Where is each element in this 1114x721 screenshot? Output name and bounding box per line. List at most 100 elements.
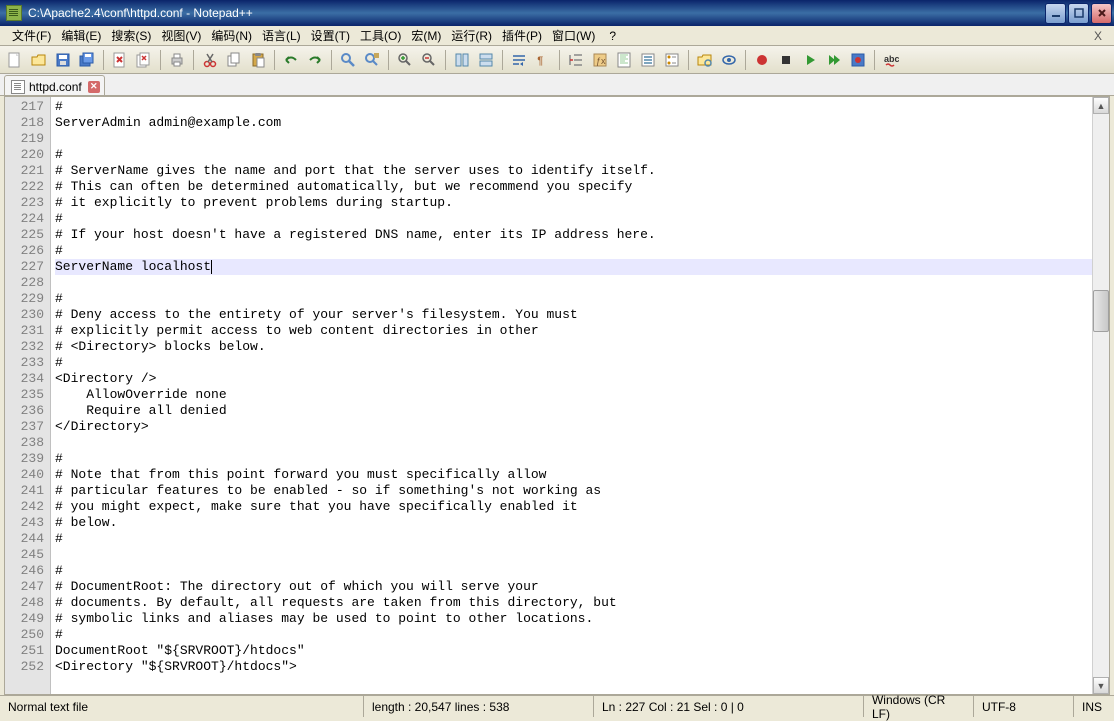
user-lang-button[interactable]: ƒx: [589, 49, 611, 71]
code-line[interactable]: [55, 275, 1092, 291]
code-line[interactable]: ServerName localhost: [55, 259, 1092, 275]
menu-view[interactable]: 视图(V): [155, 25, 205, 46]
code-line[interactable]: [55, 131, 1092, 147]
code-line[interactable]: # documents. By default, all requests ar…: [55, 595, 1092, 611]
close-button[interactable]: [109, 49, 131, 71]
sync-v-button[interactable]: [451, 49, 473, 71]
code-line[interactable]: #: [55, 451, 1092, 467]
new-file-button[interactable]: [4, 49, 26, 71]
code-line[interactable]: # symbolic links and aliases may be used…: [55, 611, 1092, 627]
scroll-up-arrow[interactable]: ▲: [1093, 97, 1109, 114]
maximize-button[interactable]: [1068, 3, 1089, 24]
save-macro-button[interactable]: [847, 49, 869, 71]
scroll-track[interactable]: [1093, 114, 1109, 677]
tab-close-icon[interactable]: ✕: [88, 81, 100, 93]
code-line[interactable]: # particular features to be enabled - so…: [55, 483, 1092, 499]
code-line[interactable]: #: [55, 147, 1092, 163]
code-line[interactable]: ServerAdmin admin@example.com: [55, 115, 1092, 131]
code-line[interactable]: </Directory>: [55, 419, 1092, 435]
menu-close-x[interactable]: X: [1088, 27, 1108, 45]
menu-plugins[interactable]: 插件(P): [496, 25, 546, 46]
code-line[interactable]: # If your host doesn't have a registered…: [55, 227, 1092, 243]
record-macro-button[interactable]: [751, 49, 773, 71]
code-line[interactable]: #: [55, 99, 1092, 115]
code-line[interactable]: #: [55, 243, 1092, 259]
code-line[interactable]: # it explicitly to prevent problems duri…: [55, 195, 1092, 211]
code-line[interactable]: # below.: [55, 515, 1092, 531]
menu-settings[interactable]: 设置(T): [305, 25, 354, 46]
doc-map-button[interactable]: [613, 49, 635, 71]
code-line[interactable]: #: [55, 211, 1092, 227]
func-list-button[interactable]: [661, 49, 683, 71]
spell-check-button[interactable]: abc: [880, 49, 902, 71]
code-line[interactable]: # DocumentRoot: The directory out of whi…: [55, 579, 1092, 595]
sync-h-button[interactable]: [475, 49, 497, 71]
code-line[interactable]: # Deny access to the entirety of your se…: [55, 307, 1092, 323]
monitor-icon: [721, 52, 737, 68]
save-button[interactable]: [52, 49, 74, 71]
undo-button[interactable]: [280, 49, 302, 71]
code-line[interactable]: # explicitly permit access to web conten…: [55, 323, 1092, 339]
word-wrap-button[interactable]: [508, 49, 530, 71]
menu-window[interactable]: 窗口(W): [546, 25, 599, 46]
menu-file[interactable]: 文件(F): [6, 25, 55, 46]
menu-encoding[interactable]: 编码(N): [205, 25, 256, 46]
find-button[interactable]: [337, 49, 359, 71]
show-all-button[interactable]: ¶: [532, 49, 554, 71]
code-line[interactable]: <Directory "${SRVROOT}/htdocs">: [55, 659, 1092, 675]
zoom-in-button[interactable]: [394, 49, 416, 71]
code-line[interactable]: #: [55, 627, 1092, 643]
file-tab[interactable]: httpd.conf ✕: [4, 75, 105, 95]
doc-list-button[interactable]: [637, 49, 659, 71]
save-all-button[interactable]: [76, 49, 98, 71]
code-line[interactable]: # ServerName gives the name and port tha…: [55, 163, 1092, 179]
zoom-out-button[interactable]: [418, 49, 440, 71]
play-macro-button[interactable]: [799, 49, 821, 71]
scroll-thumb[interactable]: [1093, 290, 1109, 332]
menu-help[interactable]: ?: [603, 27, 620, 45]
code-line[interactable]: # <Directory> blocks below.: [55, 339, 1092, 355]
close-button[interactable]: [1091, 3, 1112, 24]
vertical-scrollbar[interactable]: ▲ ▼: [1092, 97, 1109, 694]
code-line[interactable]: #: [55, 291, 1092, 307]
save-all-icon: [79, 52, 95, 68]
open-file-icon: [31, 52, 47, 68]
cut-button[interactable]: [199, 49, 221, 71]
code-line[interactable]: #: [55, 531, 1092, 547]
menu-macro[interactable]: 宏(M): [405, 25, 445, 46]
menu-language[interactable]: 语言(L): [256, 25, 305, 46]
menu-tools[interactable]: 工具(O): [354, 25, 405, 46]
play-multi-button[interactable]: [823, 49, 845, 71]
code-line[interactable]: #: [55, 563, 1092, 579]
redo-button[interactable]: [304, 49, 326, 71]
monitor-button[interactable]: [718, 49, 740, 71]
code-area[interactable]: #ServerAdmin admin@example.com## ServerN…: [51, 97, 1092, 694]
print-button[interactable]: [166, 49, 188, 71]
close-icon: [112, 52, 128, 68]
copy-button[interactable]: [223, 49, 245, 71]
code-line[interactable]: <Directory />: [55, 371, 1092, 387]
code-line[interactable]: DocumentRoot "${SRVROOT}/htdocs": [55, 643, 1092, 659]
menu-search[interactable]: 搜索(S): [105, 25, 155, 46]
code-line[interactable]: [55, 435, 1092, 451]
menu-run[interactable]: 运行(R): [445, 25, 496, 46]
folder-workspace-button[interactable]: [694, 49, 716, 71]
stop-macro-button[interactable]: [775, 49, 797, 71]
code-line[interactable]: #: [55, 355, 1092, 371]
code-line[interactable]: # This can often be determined automatic…: [55, 179, 1092, 195]
line-number-gutter[interactable]: 2172182192202212222232242252262272282292…: [5, 97, 51, 694]
minimize-button[interactable]: [1045, 3, 1066, 24]
code-line[interactable]: [55, 547, 1092, 563]
code-line[interactable]: AllowOverride none: [55, 387, 1092, 403]
menu-edit[interactable]: 编辑(E): [55, 25, 105, 46]
paste-button[interactable]: [247, 49, 269, 71]
scroll-down-arrow[interactable]: ▼: [1093, 677, 1109, 694]
svg-text:¶: ¶: [537, 56, 544, 68]
code-line[interactable]: # Note that from this point forward you …: [55, 467, 1092, 483]
close-all-button[interactable]: [133, 49, 155, 71]
indent-guide-button[interactable]: [565, 49, 587, 71]
code-line[interactable]: # you might expect, make sure that you h…: [55, 499, 1092, 515]
code-line[interactable]: Require all denied: [55, 403, 1092, 419]
open-file-button[interactable]: [28, 49, 50, 71]
replace-button[interactable]: [361, 49, 383, 71]
